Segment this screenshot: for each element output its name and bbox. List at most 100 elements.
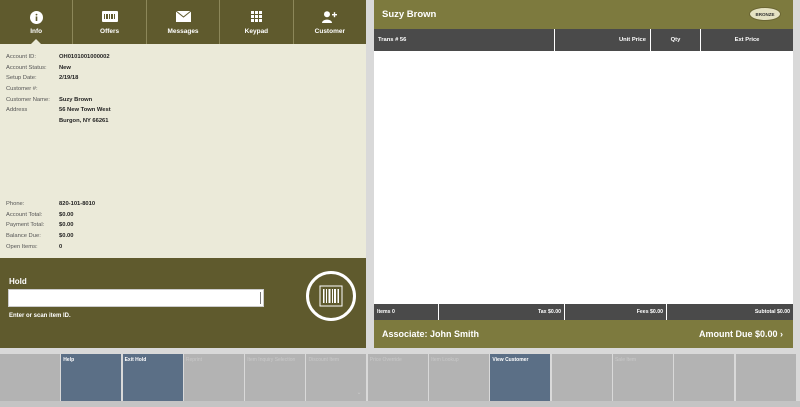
- subtotal: Subtotal $0.00: [754, 309, 790, 315]
- account-id-label: Account ID:: [6, 54, 36, 61]
- bottom-strip: [0, 401, 800, 407]
- offers-icon: [101, 11, 118, 22]
- panel-divider: [366, 0, 374, 348]
- transaction-header: Suzy Brown BRONZE: [374, 0, 793, 29]
- customer-name-value: Suzy Brown: [59, 96, 93, 103]
- account-total-row: Account Total: $0.00: [6, 210, 95, 221]
- add-customer-icon: [322, 11, 338, 23]
- account-status-value: New: [59, 64, 71, 71]
- item-id-hint: Enter or scan item ID.: [9, 313, 71, 319]
- tab-customer[interactable]: Customer: [294, 0, 366, 44]
- hold-title: Hold: [9, 277, 27, 286]
- open-items-label: Open Items:: [6, 243, 38, 250]
- customer-name-heading: Suzy Brown: [382, 9, 437, 20]
- fkey-item-inquiry-label: Item Inquiry Selection: [247, 357, 296, 363]
- info-icon: [29, 11, 43, 24]
- amount-due-button[interactable]: Amount Due $0.00 ›: [699, 329, 783, 339]
- associate-bar: Associate: John Smith Amount Due $0.00 ›: [374, 320, 793, 348]
- fkey-exit-hold-label: Exit Hold: [124, 357, 147, 363]
- balance-due-value: $0.00: [59, 233, 74, 240]
- customer-name-row: Customer Name: Suzy Brown: [6, 94, 111, 105]
- open-items-row: Open Items: 0: [6, 241, 95, 252]
- tab-keypad[interactable]: Keypad: [220, 0, 294, 44]
- fkey-exit-hold[interactable]: Exit Hold: [122, 354, 183, 401]
- fkey-price-override[interactable]: Price Override: [367, 354, 428, 401]
- fkey-discount-item-label: Discount Item: [308, 357, 340, 363]
- function-key-bar: Help Exit Hold Reprint Item Inquiry Sele…: [0, 354, 800, 401]
- fkey-view-customer[interactable]: View Customer: [490, 354, 551, 401]
- customer-name-label: Customer Name:: [6, 96, 50, 103]
- tab-offers-label: Offers: [100, 28, 120, 35]
- fkey-sale-item[interactable]: Sale Item: [612, 354, 673, 401]
- envelope-icon: [175, 11, 191, 22]
- phone-label: Phone:: [6, 201, 25, 208]
- tab-info-label: Info: [30, 28, 43, 35]
- scan-barcode-button[interactable]: [306, 271, 356, 321]
- tax-total: Tax $0.00: [439, 304, 565, 320]
- tier-badge: BRONZE: [749, 7, 781, 21]
- account-id-row: Account ID: OH0101001000002: [6, 52, 111, 63]
- fkey-help-label: Help: [63, 357, 75, 363]
- customer-number-label: Customer #:: [6, 86, 38, 93]
- fkey-reprint[interactable]: Reprint: [183, 354, 244, 401]
- setup-date-label: Setup Date:: [6, 75, 37, 82]
- tab-offers[interactable]: Offers: [73, 0, 147, 44]
- tab-info[interactable]: Info: [0, 0, 74, 45]
- account-status-label: Account Status:: [6, 64, 47, 71]
- barcode-icon: [319, 285, 343, 307]
- address-line2: Burgon, NY 66261: [59, 117, 109, 124]
- tab-messages-label: Messages: [167, 28, 199, 35]
- account-status-row: Account Status: New: [6, 63, 111, 74]
- account-total-label: Account Total:: [6, 211, 43, 218]
- address-line1: 56 New Town West: [59, 107, 111, 114]
- totals-bar: Items 0 Tax $0.00 Fees $0.00 Subtotal $0…: [374, 304, 793, 320]
- fkey-item-lookup-label: Item Lookup: [431, 357, 459, 363]
- fkey-item-lookup[interactable]: Item Lookup: [429, 354, 490, 401]
- col-unit-price: Unit Price: [555, 29, 651, 51]
- customer-info-panel: Info Offers Messages Keypad Customer Acc…: [0, 0, 366, 348]
- input-cursor: [260, 292, 261, 304]
- transaction-panel: Suzy Brown BRONZE Trans # 56 Unit Price …: [374, 0, 793, 348]
- col-trans: Trans # 56: [374, 29, 555, 51]
- open-items-value: 0: [59, 243, 63, 250]
- items-count: Items 0: [374, 304, 439, 320]
- fkey-help[interactable]: Help: [61, 354, 122, 401]
- fkey-13[interactable]: [735, 354, 796, 401]
- fkey-1[interactable]: [0, 354, 60, 401]
- fkey-sale-item-label: Sale Item: [614, 357, 637, 363]
- fkey-item-inquiry[interactable]: Item Inquiry Selection: [245, 354, 306, 401]
- fkey-10[interactable]: [551, 354, 612, 401]
- transaction-lines[interactable]: [374, 51, 793, 304]
- item-id-input[interactable]: [8, 289, 264, 307]
- setup-date-row: Setup Date: 2/19/18: [6, 73, 111, 84]
- transaction-table-header: Trans # 56 Unit Price Qty Ext Price: [374, 29, 793, 51]
- hold-section: Hold Enter or scan item ID.: [0, 258, 366, 348]
- col-ext-price: Ext Price: [734, 37, 760, 43]
- address-label: Address: [6, 107, 28, 114]
- associate-name: Associate: John Smith: [382, 329, 480, 339]
- phone-row: Phone: 820-101-8010: [6, 199, 95, 210]
- setup-date-value: 2/19/18: [59, 75, 79, 82]
- customer-number-row: Customer #:: [6, 84, 111, 95]
- tab-messages[interactable]: Messages: [147, 0, 221, 44]
- fkey-discount-item[interactable]: Discount Item ⌄: [306, 354, 367, 401]
- address-row: Address 56 New Town West: [6, 105, 111, 116]
- payment-total-row: Payment Total: $0.00: [6, 220, 95, 231]
- account-id-value: OH0101001000002: [59, 54, 110, 61]
- fkey-12[interactable]: [674, 354, 735, 401]
- phone-value: 820-101-8010: [59, 201, 96, 208]
- keypad-icon: [250, 11, 262, 22]
- account-details: Account ID: OH0101001000002 Account Statu…: [6, 52, 111, 126]
- fees-total: Fees $0.00: [565, 304, 667, 320]
- balance-due-label: Balance Due:: [6, 233, 41, 240]
- info-tab-bar: Info Offers Messages Keypad Customer: [0, 0, 366, 45]
- tab-customer-label: Customer: [314, 28, 345, 35]
- account-total-value: $0.00: [59, 211, 74, 218]
- fkey-price-override-label: Price Override: [369, 357, 402, 363]
- payment-total-value: $0.00: [59, 222, 74, 229]
- fkey-reprint-label: Reprint: [185, 357, 203, 363]
- account-totals: Phone: 820-101-8010 Account Total: $0.00 P…: [6, 199, 95, 252]
- tab-keypad-label: Keypad: [244, 28, 269, 35]
- fkey-view-customer-label: View Customer: [492, 357, 529, 363]
- payment-total-label: Payment Total:: [6, 222, 45, 229]
